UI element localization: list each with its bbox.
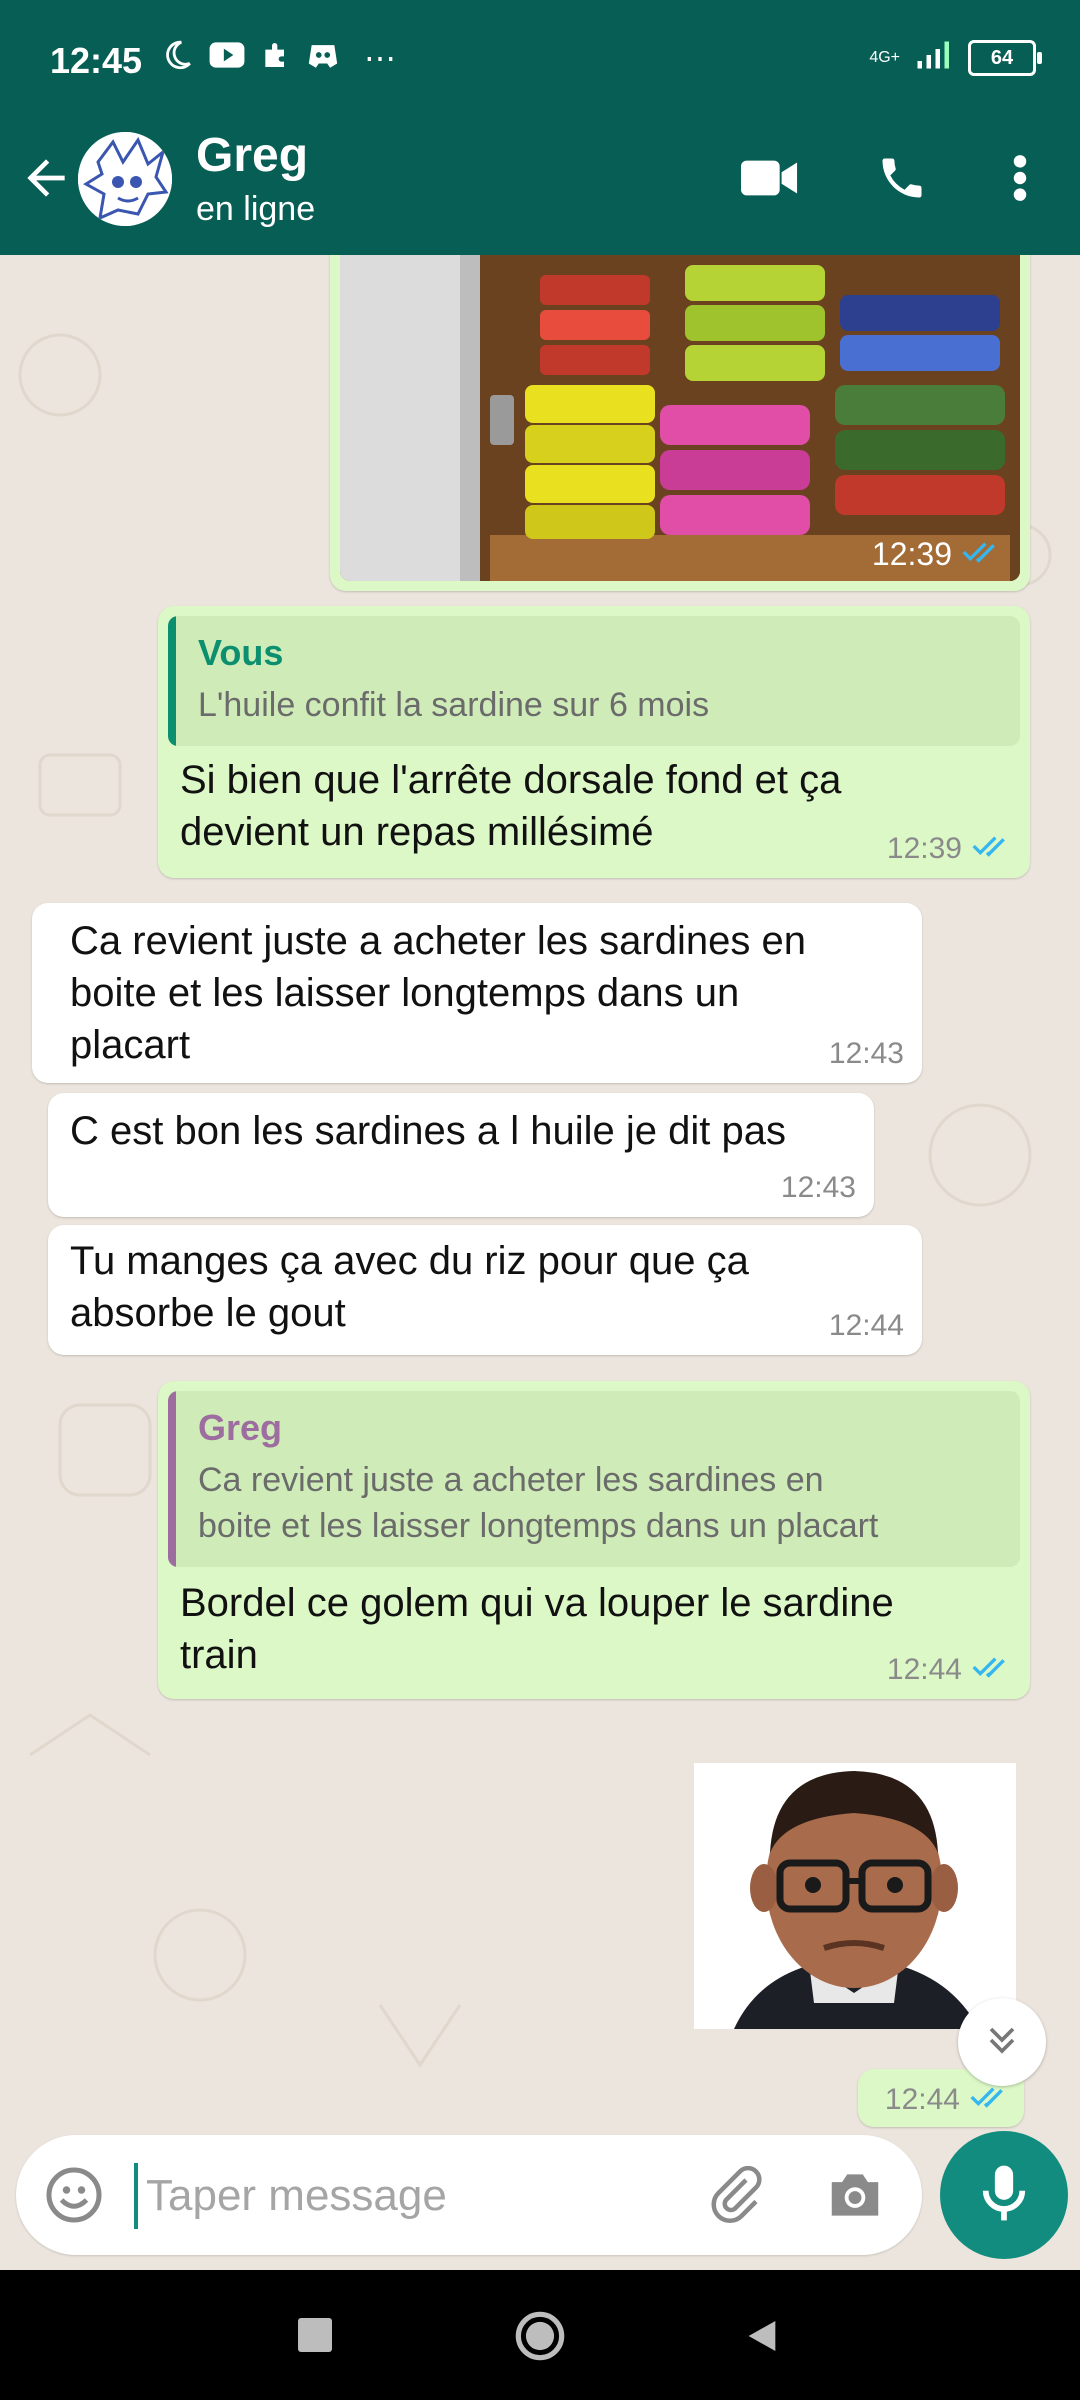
discord-icon xyxy=(306,40,340,75)
moon-icon xyxy=(160,38,194,77)
home-icon[interactable] xyxy=(514,2310,566,2362)
incoming-message[interactable]: Tu manges ça avec du riz pour que ça abs… xyxy=(48,1225,922,1355)
contact-status: en ligne xyxy=(196,190,316,228)
message-text-line: placart xyxy=(70,1023,191,1067)
sardine-cans-photo[interactable] xyxy=(340,255,1020,581)
double-check-icon xyxy=(972,1653,1012,1687)
avatar[interactable] xyxy=(78,132,172,226)
youtube-icon xyxy=(208,40,246,75)
emoji-icon[interactable] xyxy=(44,2165,104,2225)
message-meta: 12:39 xyxy=(887,832,1012,866)
message-meta: 12:43 xyxy=(829,1037,904,1071)
message-time: 12:39 xyxy=(871,536,952,572)
network-label: 4G+ xyxy=(869,49,900,66)
quote-bar xyxy=(168,1391,176,1567)
video-call-icon[interactable] xyxy=(740,148,800,208)
message-input[interactable] xyxy=(134,2163,708,2229)
incoming-message[interactable]: Ca revient juste a acheter les sardines … xyxy=(32,903,922,1083)
message-meta: 12:44 xyxy=(829,1309,904,1343)
puzzle-icon xyxy=(260,39,292,76)
incoming-message[interactable]: C est bon les sardines a l huile je dit … xyxy=(48,1093,874,1217)
quoted-message[interactable]: Vous L'huile confit la sardine sur 6 moi… xyxy=(168,616,1020,746)
system-navigation-bar xyxy=(0,2270,1080,2400)
sticker-message[interactable] xyxy=(694,1763,1016,2029)
message-composer xyxy=(16,2135,922,2255)
message-meta: 12:44 xyxy=(885,2083,1010,2117)
status-time: 12:45 xyxy=(50,40,143,81)
chevron-down-double-icon xyxy=(980,2018,1024,2067)
more-notifications-icon: ⋯ xyxy=(364,39,396,76)
more-vert-icon[interactable] xyxy=(990,148,1050,208)
message-text-line: train xyxy=(180,1633,258,1677)
attach-icon[interactable] xyxy=(706,2165,766,2225)
double-check-icon xyxy=(962,538,1002,572)
message-time: 12:44 xyxy=(886,1653,962,1686)
recents-icon[interactable] xyxy=(298,2318,332,2352)
image-message[interactable]: 12:39 xyxy=(330,255,1030,591)
message-time: 12:43 xyxy=(828,1037,904,1070)
image-message-meta: 12:39 xyxy=(872,536,1002,573)
message-text-line: absorbe le gout xyxy=(70,1291,346,1335)
reply-message[interactable]: Greg Ca revient juste a acheter les sard… xyxy=(158,1381,1030,1699)
quoted-message[interactable]: Greg Ca revient juste a acheter les sard… xyxy=(168,1391,1020,1567)
back-nav-icon[interactable] xyxy=(742,2316,782,2356)
scroll-to-bottom-button[interactable] xyxy=(958,1998,1046,2086)
camera-icon[interactable] xyxy=(824,2165,886,2225)
message-text-line: Si bien que l'arrête dorsale fond et ça xyxy=(180,758,842,802)
message-time: 12:39 xyxy=(886,832,962,865)
message-text-line: Bordel ce golem qui va louper le sardine xyxy=(180,1581,894,1625)
signal-icon xyxy=(916,40,952,76)
message-meta: 12:43 xyxy=(781,1171,856,1205)
back-arrow-icon[interactable] xyxy=(18,150,74,206)
battery-indicator: 64 xyxy=(968,40,1042,76)
message-text-line: devient un repas millésimé xyxy=(180,810,654,854)
reply-message[interactable]: Vous L'huile confit la sardine sur 6 moi… xyxy=(158,606,1030,878)
status-bar: 12:45 ⋯ 4G+ 64 xyxy=(0,0,1080,102)
chat-header: Greg en ligne xyxy=(0,102,1080,255)
mic-icon xyxy=(976,2161,1032,2230)
status-right: 4G+ 64 xyxy=(869,40,1042,76)
chat-area[interactable]: 12:39 Vous L'huile confit la sardine sur… xyxy=(0,255,1080,2130)
quote-author: Greg xyxy=(198,1407,283,1448)
double-check-icon xyxy=(972,832,1012,866)
message-text-line: Tu manges ça avec du riz pour que ça xyxy=(70,1239,749,1283)
double-check-icon xyxy=(970,2083,1010,2117)
quote-author: Vous xyxy=(198,632,284,673)
status-notification-icons: ⋯ xyxy=(160,38,396,77)
quote-bar xyxy=(168,616,176,746)
contact-name[interactable]: Greg xyxy=(196,128,308,183)
message-time: 12:44 xyxy=(828,1309,904,1342)
voice-record-button[interactable] xyxy=(940,2131,1068,2259)
message-meta: 12:44 xyxy=(887,1653,1012,1687)
quote-text-line: Ca revient juste a acheter les sardines … xyxy=(198,1461,824,1499)
man-with-glasses-sticker xyxy=(694,1763,1016,2029)
quote-text-line: boite et les laisser longtemps dans un p… xyxy=(198,1507,879,1545)
quote-text: L'huile confit la sardine sur 6 mois xyxy=(198,686,710,724)
message-time: 12:43 xyxy=(780,1171,856,1204)
phone-icon[interactable] xyxy=(872,148,932,208)
message-text-line: boite et les laisser longtemps dans un xyxy=(70,971,740,1015)
message-text-line: C est bon les sardines a l huile je dit … xyxy=(70,1109,786,1153)
message-text-line: Ca revient juste a acheter les sardines … xyxy=(70,919,806,963)
message-time: 12:44 xyxy=(884,2083,960,2116)
